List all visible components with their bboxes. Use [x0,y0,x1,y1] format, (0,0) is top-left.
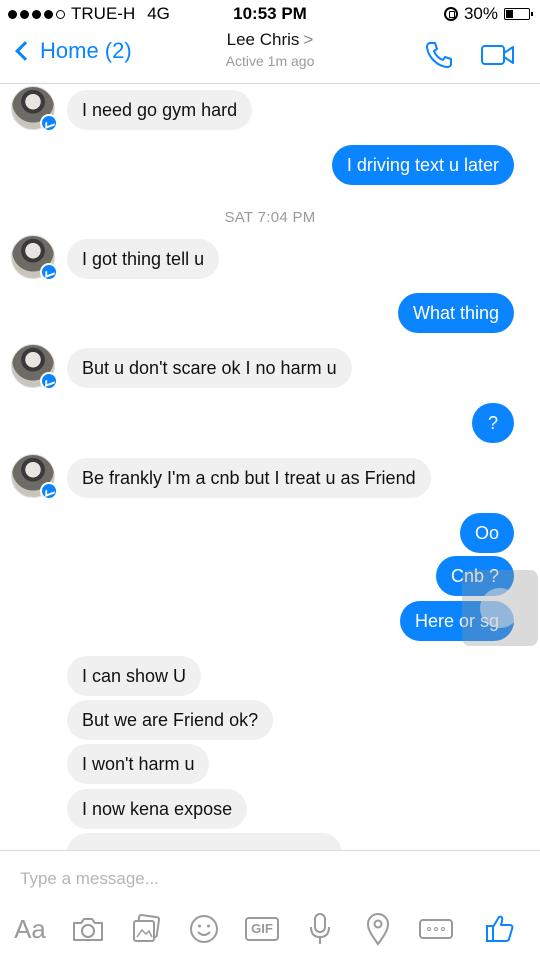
location-icon[interactable] [358,909,398,949]
photo-icon[interactable] [126,909,166,949]
chevron-right-icon: > [303,30,314,49]
contact-avatar[interactable] [11,454,58,500]
outgoing-message[interactable]: ? [471,403,514,443]
phone-icon[interactable] [424,40,454,70]
conversation-header: Home (2) Lee Chris > Active 1m ago [0,26,540,84]
battery-icon [504,8,533,20]
thumbs-up-icon[interactable] [480,909,520,949]
contact-name: Lee Chris [226,30,300,49]
contact-avatar[interactable] [11,86,58,132]
assistive-touch-button[interactable] [462,570,538,646]
outgoing-message[interactable]: I driving text u later [331,145,514,185]
incoming-message[interactable]: I can show U [67,656,202,696]
microphone-icon[interactable] [300,909,340,949]
rotation-lock-icon [443,7,458,21]
incoming-message[interactable]: I need go gym hard [67,90,253,130]
incoming-message[interactable]: But we are Friend ok? [67,700,274,740]
status-right: 30% [443,4,533,24]
messenger-badge-icon [40,263,58,281]
message-input[interactable] [20,865,500,893]
contact-avatar[interactable] [11,344,58,390]
messenger-badge-icon [40,114,58,132]
messenger-badge-icon [40,372,58,390]
video-icon[interactable] [480,42,516,68]
contact-avatar[interactable] [11,235,58,281]
composer: Aa GIF [0,850,540,960]
gif-icon[interactable]: GIF [242,909,282,949]
incoming-message-partial[interactable] [67,833,342,850]
composer-toolbar: Aa GIF [0,909,540,949]
emoji-icon[interactable] [184,909,224,949]
battery-percent: 30% [463,4,498,23]
incoming-message[interactable]: I now kena expose [67,789,248,829]
outgoing-message[interactable]: What thing [397,293,514,333]
aa-icon[interactable]: Aa [10,909,50,949]
message-list[interactable]: I need go gym hard I driving text u late… [0,84,540,850]
more-icon[interactable] [416,909,456,949]
camera-icon[interactable] [68,909,108,949]
incoming-message[interactable]: I won't harm u [67,744,210,784]
timestamp: SAT 7:04 PM [224,209,316,226]
status-bar: TRUE-H 4G 10:53 PM 30% [0,0,540,26]
gif-label: GIF [245,917,279,941]
messenger-badge-icon [40,482,58,500]
incoming-message[interactable]: But u don't scare ok I no harm u [67,348,352,388]
incoming-message[interactable]: I got thing tell u [67,239,220,279]
incoming-message[interactable]: Be frankly I'm a cnb but I treat u as Fr… [67,458,431,498]
outgoing-message[interactable]: Oo [459,513,514,553]
call-actions [424,40,516,70]
